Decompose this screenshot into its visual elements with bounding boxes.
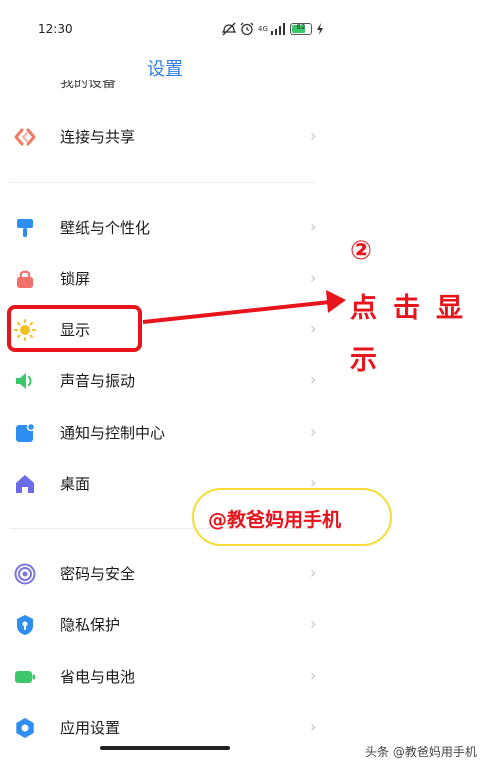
step-number: ② [350, 236, 373, 266]
footer-credit: 头条 @教爸妈用手机 [365, 745, 477, 759]
step-instruction: 点击显示 [350, 293, 479, 376]
home-indicator[interactable] [100, 746, 230, 750]
watermark-text: @教爸妈用手机 [208, 509, 342, 531]
